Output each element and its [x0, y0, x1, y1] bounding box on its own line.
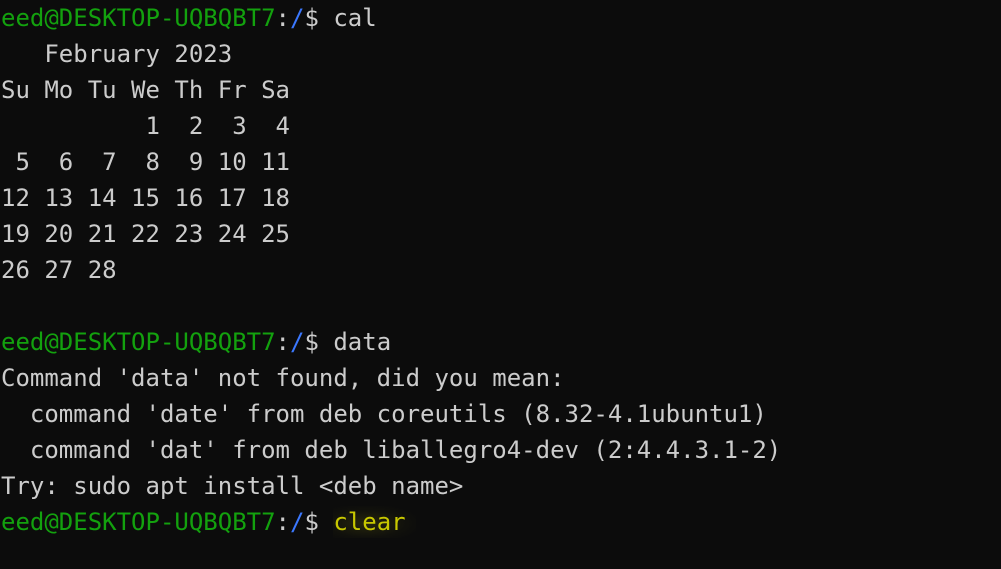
command-text: data	[333, 328, 392, 356]
prompt-symbol: $	[304, 4, 334, 32]
install-hint: Try: sudo apt install <deb name>	[1, 472, 464, 500]
command-text: cal	[333, 4, 377, 32]
suggestion-line: command 'dat' from deb liballegro4-dev (…	[1, 436, 782, 464]
prompt-colon: :	[275, 508, 290, 536]
prompt-line-current[interactable]: eed@DESKTOP-UQBQBT7:/$ clear	[0, 504, 1001, 540]
calendar-week: 1 2 3 4	[1, 112, 290, 140]
prompt-path: /	[290, 508, 305, 536]
prompt-user-host: eed@DESKTOP-UQBQBT7	[1, 4, 276, 32]
error-message: Command 'data' not found, did you mean:	[1, 364, 565, 392]
calendar-weekday-header: Su Mo Tu We Th Fr Sa	[1, 76, 290, 104]
prompt-user-host: eed@DESKTOP-UQBQBT7	[1, 508, 276, 536]
calendar-title: February 2023	[1, 40, 233, 68]
calendar-week: 19 20 21 22 23 24 25	[1, 220, 290, 248]
command-input[interactable]: clear	[333, 506, 416, 538]
prompt-colon: :	[275, 328, 290, 356]
prompt-colon: :	[275, 4, 290, 32]
terminal-window[interactable]: eed@DESKTOP-UQBQBT7:/$ cal February 2023…	[0, 0, 1001, 569]
calendar-week: 26 27 28	[1, 256, 117, 284]
calendar-week: 5 6 7 8 9 10 11	[1, 148, 290, 176]
prompt-line-data: eed@DESKTOP-UQBQBT7:/$ data	[0, 324, 1001, 360]
prompt-path: /	[290, 328, 305, 356]
calendar-week: 12 13 14 15 16 17 18	[1, 184, 290, 212]
prompt-symbol: $	[304, 508, 334, 536]
prompt-line-cal: eed@DESKTOP-UQBQBT7:/$ cal	[0, 0, 1001, 36]
prompt-path: /	[290, 4, 305, 32]
suggestion-line: command 'date' from deb coreutils (8.32-…	[1, 400, 767, 428]
prompt-user-host: eed@DESKTOP-UQBQBT7	[1, 328, 276, 356]
prompt-symbol: $	[304, 328, 334, 356]
